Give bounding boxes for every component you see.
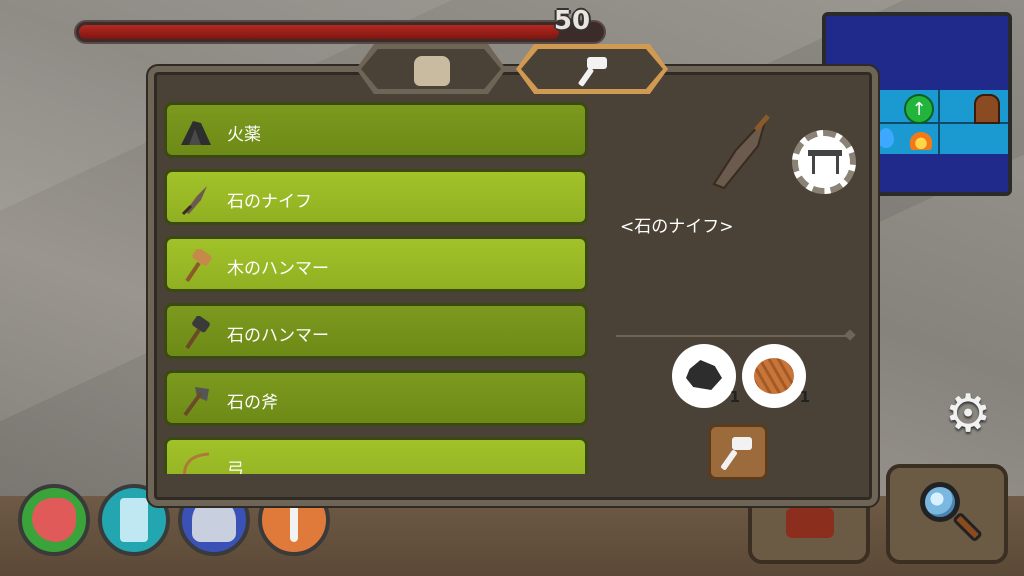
recipe-row[interactable]: 石のハンマー bbox=[164, 303, 588, 359]
recipe-label: 石のハンマー bbox=[227, 326, 329, 346]
recipe-row[interactable]: 弓 bbox=[164, 437, 588, 474]
ingredient-slot: 1 bbox=[742, 344, 810, 408]
hunger-status[interactable] bbox=[18, 484, 90, 556]
recipe-row[interactable]: 火薬 bbox=[164, 102, 588, 158]
recipe-row[interactable]: 木のハンマー bbox=[164, 236, 588, 292]
gunpowder-icon bbox=[179, 115, 213, 149]
recipe-label: 石のナイフ bbox=[227, 192, 312, 212]
wooden-hammer-icon bbox=[179, 248, 213, 283]
raw-meat-icon bbox=[786, 508, 834, 538]
hammer-icon bbox=[721, 437, 752, 470]
door-icon bbox=[974, 94, 1000, 124]
workbench-icon bbox=[792, 130, 856, 194]
selected-item-name: <石のナイフ> bbox=[620, 217, 734, 237]
minimap-grid-line bbox=[938, 90, 940, 154]
ingredient-count: 1 bbox=[729, 388, 740, 406]
water-drop-icon bbox=[878, 128, 894, 148]
recipe-label: 弓 bbox=[227, 460, 244, 474]
health-value: 50 bbox=[553, 6, 591, 36]
yarn-icon bbox=[754, 358, 794, 394]
craft-button[interactable] bbox=[708, 424, 768, 480]
backpack-icon bbox=[414, 56, 450, 86]
stone-hammer-icon bbox=[179, 315, 213, 350]
recipe-row-selected[interactable]: 石のナイフ bbox=[164, 169, 588, 225]
recipe-list[interactable]: 火薬 石のナイフ 木のハンマー 石のハンマー 石の斧 弓 bbox=[164, 98, 588, 474]
water-glass-icon bbox=[120, 498, 148, 542]
stone-axe-icon bbox=[179, 383, 213, 417]
ingredient-slot: 1 bbox=[672, 344, 740, 408]
magnifier-icon bbox=[920, 482, 960, 522]
selected-item-stone-knife-icon bbox=[706, 110, 776, 190]
divider bbox=[616, 335, 852, 337]
magnifier-handle bbox=[952, 511, 984, 543]
recipe-label: 石の斧 bbox=[227, 393, 278, 413]
stone-knife-icon bbox=[179, 182, 213, 216]
coal-icon bbox=[686, 360, 722, 390]
stomach-icon bbox=[32, 498, 76, 542]
health-bar bbox=[74, 20, 606, 44]
ingredient-count: 1 bbox=[799, 388, 810, 406]
recipe-row[interactable]: 石の斧 bbox=[164, 370, 588, 426]
recipe-label: 木のハンマー bbox=[227, 259, 329, 279]
player-arrow-icon: ↑ bbox=[904, 94, 934, 124]
bow-icon bbox=[179, 450, 213, 474]
campfire-icon bbox=[910, 128, 932, 150]
health-bar-fill bbox=[79, 25, 559, 39]
search-button[interactable] bbox=[886, 464, 1008, 564]
hammer-icon bbox=[574, 54, 614, 90]
recipe-label: 火薬 bbox=[227, 125, 261, 145]
settings-gear-icon[interactable]: ⚙ bbox=[940, 386, 996, 442]
